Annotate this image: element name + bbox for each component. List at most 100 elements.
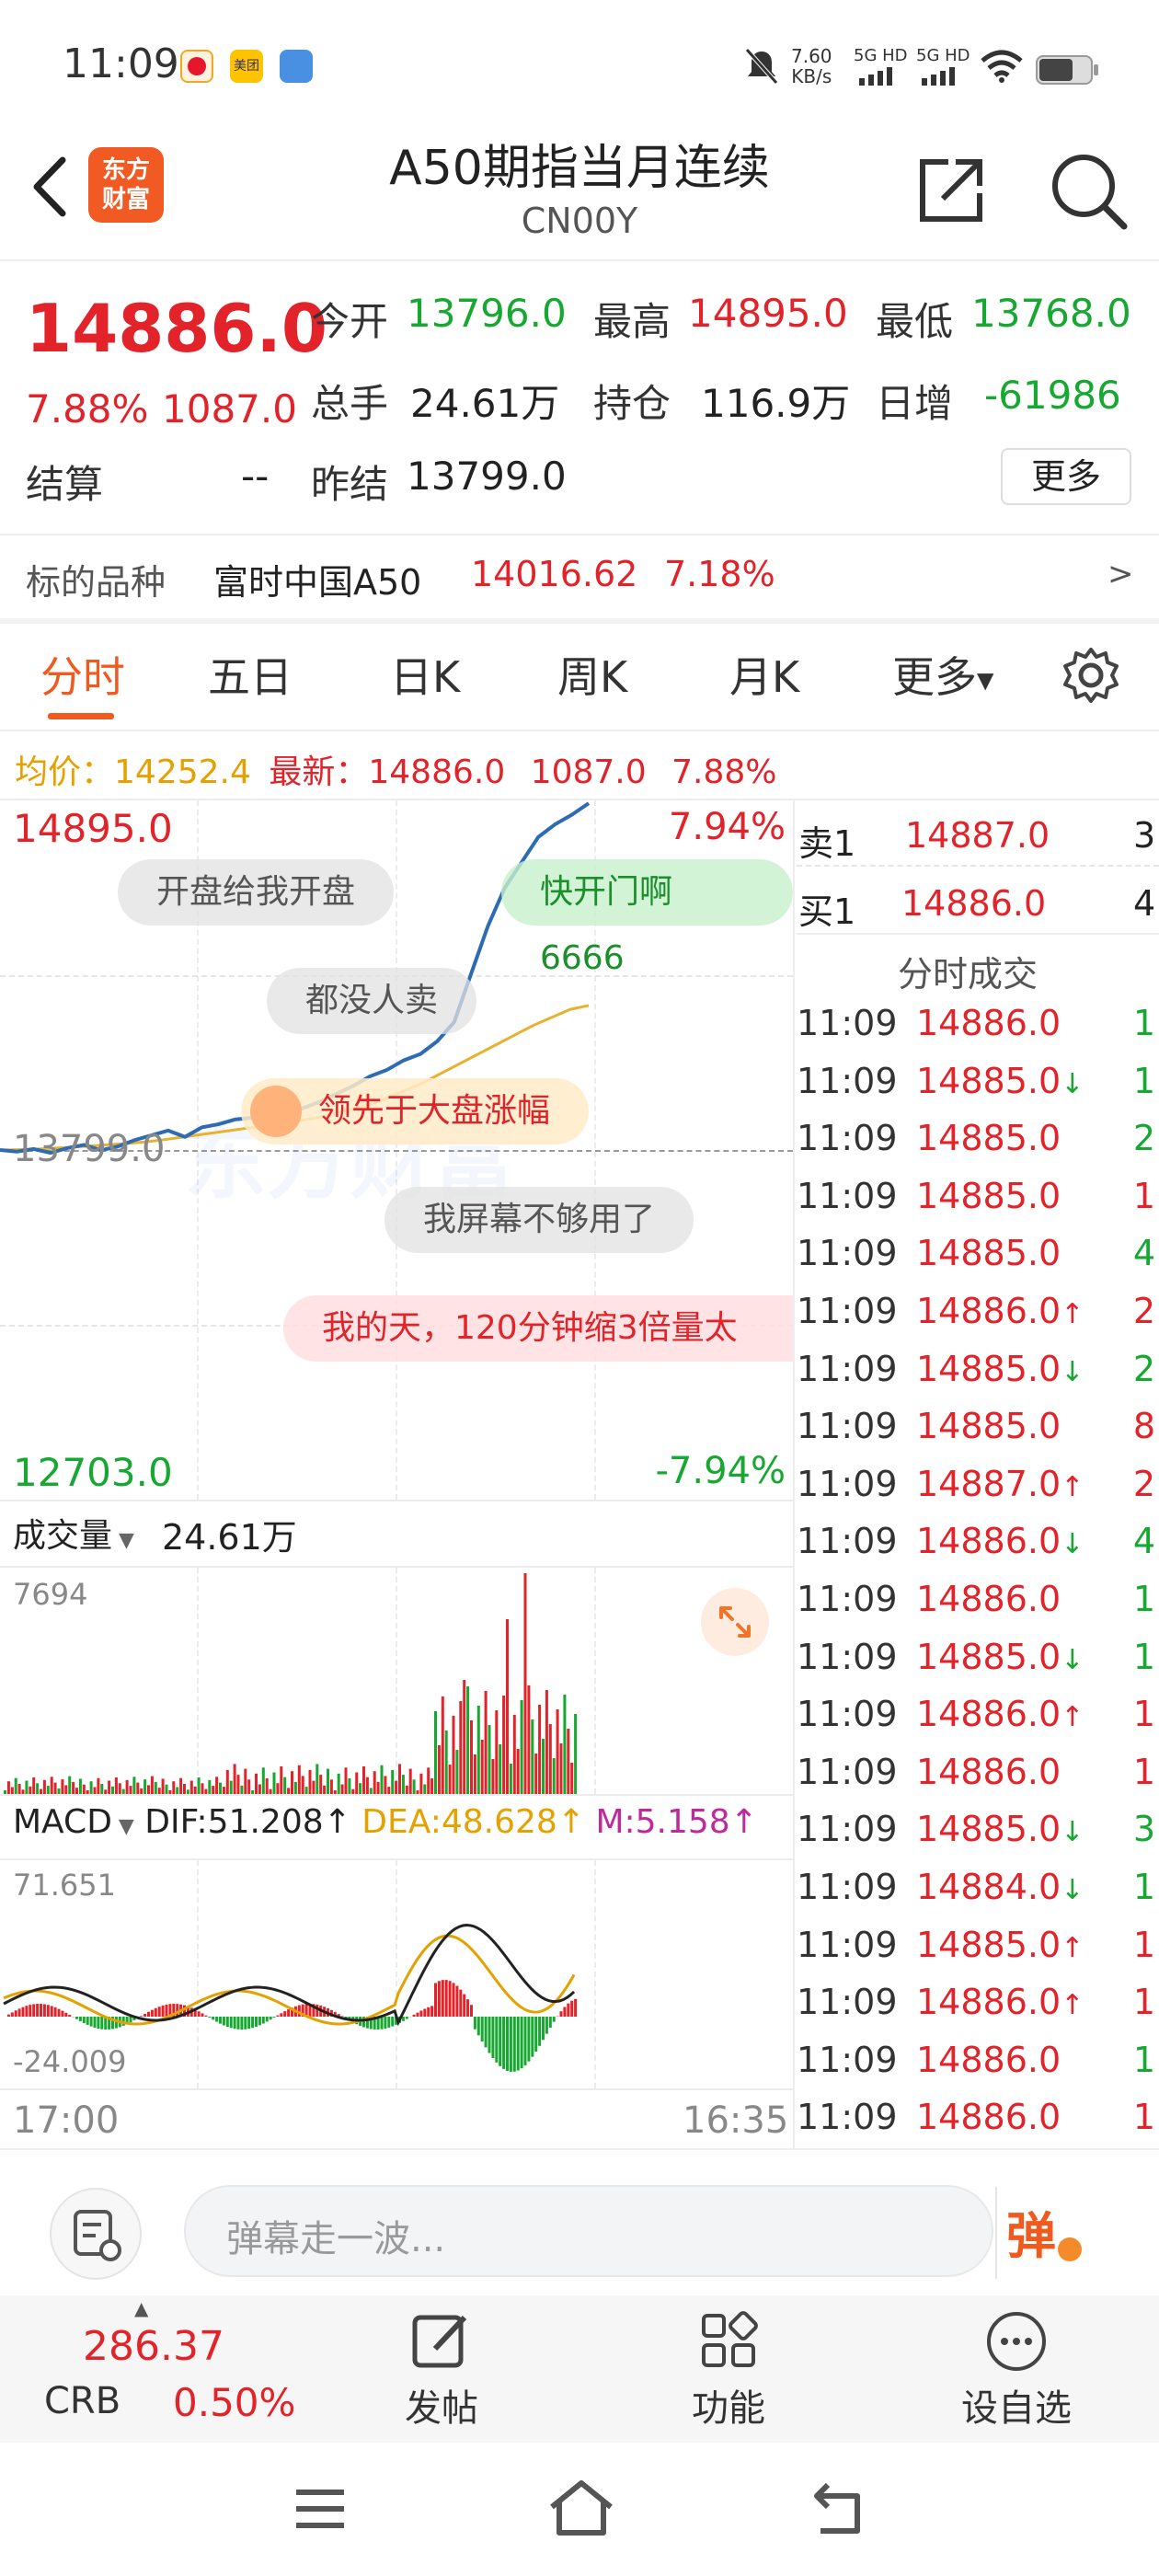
add-watchlist-button[interactable]: 设自选: [947, 2295, 1085, 2443]
danmu-send-button[interactable]: 弹: [1006, 2195, 1089, 2272]
tick-volume: 2: [1132, 1463, 1155, 1504]
post-label: 发帖: [405, 2387, 478, 2430]
volume-indicator-select[interactable]: 成交量 ▼: [13, 1509, 134, 1557]
underlying-row[interactable]: 标的品种 富时中国A50 14016.62 7.18% >: [0, 535, 1159, 618]
daily-increase-value: -61986: [984, 373, 1121, 418]
tick-volume: 2: [1132, 1291, 1155, 1331]
tab-weekly-k[interactable]: 周K: [557, 644, 627, 705]
watchlist-label: 设自选: [961, 2387, 1072, 2430]
danmu-toggle-button[interactable]: [50, 2188, 142, 2280]
macd-bar: [50, 2006, 53, 2017]
macd-bar: [219, 2017, 222, 2024]
macd-bar: [441, 1980, 444, 2017]
weibo-icon: [180, 50, 213, 83]
macd-bar: [452, 1983, 455, 2017]
function-label: 功能: [692, 2387, 765, 2430]
volume-bar: [265, 1778, 269, 1794]
macd-bar: [261, 2017, 265, 2024]
volume-bar: [323, 1785, 327, 1794]
volume-bar: [32, 1777, 36, 1794]
macd-bar: [147, 2011, 150, 2017]
share-icon: [920, 159, 982, 222]
danmu-input[interactable]: 弹幕走一波...: [184, 2185, 997, 2279]
macd-bar: [488, 2017, 491, 2053]
intraday-chart[interactable]: 东方财富 14895.0 7.94% 13799.0 12703.0 -7.94…: [0, 800, 793, 1500]
tick-price: 14885.0: [916, 1176, 1061, 1216]
macd-legend: MACD ▼ DIF:51.208↑ DEA:48.628↑ M:5.158↑: [13, 1803, 758, 1841]
check-icon: [1058, 2237, 1082, 2261]
macd-bar: [430, 2006, 434, 2017]
search-button[interactable]: [1047, 149, 1130, 236]
volume-bar: [570, 1763, 574, 1794]
signal-2: 5G HD: [916, 46, 970, 90]
macd-bar: [516, 2017, 520, 2071]
divider: [0, 730, 1159, 731]
volume-bar: [476, 1706, 480, 1794]
volume-bar: [129, 1786, 132, 1794]
tick-price-value: 14887.0: [916, 1463, 1061, 1504]
macd-dif: DIF:51.208↑: [144, 1803, 351, 1841]
macd-bar: [64, 2012, 68, 2017]
macd-top: 71.651: [13, 1868, 116, 1903]
tick-price: 14884.0↓: [916, 1867, 1084, 1907]
tick-price-value: 14886.0: [916, 2097, 1061, 2138]
signal-icon: [859, 67, 892, 86]
bid-label: 买1: [798, 891, 856, 932]
brand-logo[interactable]: 东方 财富: [88, 147, 164, 223]
volume-bar: [312, 1780, 316, 1794]
macd-bar: [444, 1980, 448, 2017]
back-button[interactable]: [24, 155, 79, 219]
expand-button[interactable]: [701, 1588, 769, 1656]
back-icon: [814, 2482, 860, 2534]
volume-bar: [176, 1787, 179, 1794]
volume-bar: [258, 1784, 261, 1794]
more-quote-button[interactable]: 更多: [1001, 448, 1131, 505]
volume-bar: [387, 1787, 391, 1794]
volume-bar: [143, 1779, 147, 1794]
volume-bar: [395, 1780, 398, 1794]
macd-bar: [165, 2004, 168, 2017]
settings-button[interactable]: [1061, 646, 1120, 708]
volume-bar: [359, 1783, 362, 1794]
volume-bar: [401, 1775, 405, 1794]
tick-row: 11:09 14886.0 1: [797, 2040, 1159, 2097]
tick-time: 11:09: [797, 1175, 898, 1216]
tick-volume: 1: [1132, 1867, 1155, 1907]
share-button[interactable]: [915, 155, 987, 230]
volume-bar: [291, 1771, 293, 1794]
tick-time: 11:09: [797, 1924, 898, 1965]
tick-row: 11:09 14885.0↓ 3: [797, 1809, 1159, 1866]
tab-more[interactable]: 更多▼: [892, 644, 993, 705]
volume-bar: [125, 1779, 129, 1794]
grid-icon: [702, 2311, 758, 2367]
macd-bar: [129, 2017, 132, 2023]
tick-volume: 4: [1132, 1521, 1155, 1562]
post-button[interactable]: 发帖: [386, 2295, 497, 2443]
meituan-icon: 美团: [230, 50, 263, 83]
crb-pct: 0.50%: [173, 2380, 296, 2425]
avg-bar: 均价：14252.4 最新：14886.0 1087.0 7.88%: [15, 745, 776, 793]
underlying-label: 标的品种: [26, 562, 166, 603]
volume-bar: [499, 1744, 502, 1794]
tab-five-day[interactable]: 五日: [208, 644, 293, 705]
macd-bar: [384, 2017, 387, 2029]
macd-bar: [82, 2017, 86, 2024]
crb-ticker[interactable]: ▲ 286.37 CRB 0.50%: [0, 2295, 313, 2443]
menu-button[interactable]: [293, 2483, 348, 2538]
tick-volume: 1: [1132, 1060, 1155, 1101]
macd-indicator-select[interactable]: MACD ▼: [13, 1803, 134, 1841]
tab-monthly-k[interactable]: 月K: [729, 644, 799, 705]
y-axis-bottom-pct: -7.94%: [655, 1450, 786, 1492]
home-button[interactable]: [546, 2478, 616, 2542]
tick-time: 11:09: [797, 1291, 898, 1331]
macd-bar: [233, 2017, 236, 2030]
tick-volume: 1: [1132, 2097, 1155, 2138]
tab-daily-k[interactable]: 日K: [390, 644, 460, 705]
volume-bar: [542, 1739, 545, 1794]
macd-bar: [574, 1998, 578, 2017]
tab-intraday[interactable]: 分时: [40, 644, 125, 705]
back-nav-button[interactable]: [809, 2479, 868, 2540]
macd-bar: [57, 2008, 61, 2017]
volume-bar: [61, 1779, 64, 1794]
function-button[interactable]: 功能: [673, 2295, 784, 2443]
